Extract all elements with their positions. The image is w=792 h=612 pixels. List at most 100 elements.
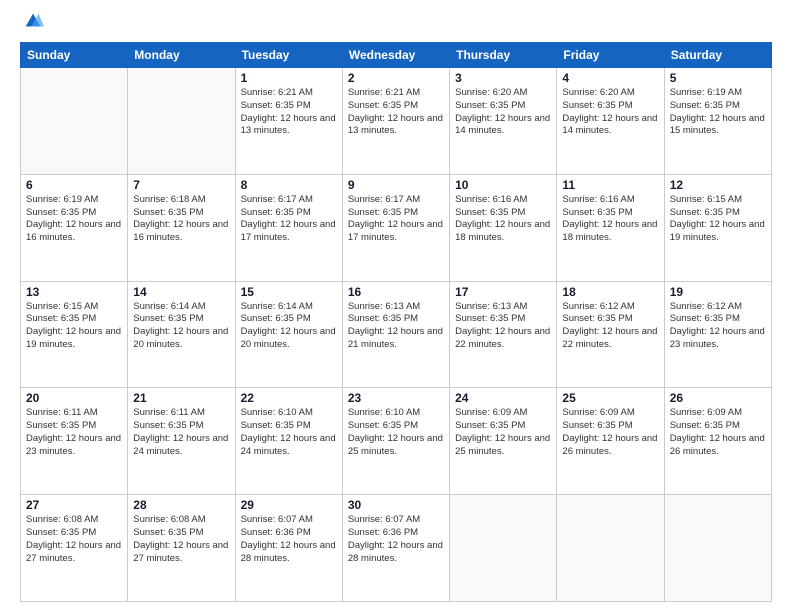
calendar-week-row: 13 Sunrise: 6:15 AMSunset: 6:35 PMDayligh… bbox=[21, 281, 772, 388]
calendar-week-row: 27Sunrise: 6:08 AMSunset: 6:35 PMDayligh… bbox=[21, 495, 772, 602]
day-info: Sunrise: 6:09 AMSunset: 6:35 PMDaylight:… bbox=[670, 407, 766, 458]
day-info: Sunrise: 6:15 AMSunset: 6:35 PMDaylight:… bbox=[670, 194, 766, 245]
calendar-cell: 27Sunrise: 6:08 AMSunset: 6:35 PMDayligh… bbox=[21, 495, 128, 602]
page: SundayMondayTuesdayWednesdayThursdayFrid… bbox=[0, 0, 792, 612]
day-number: 21 bbox=[133, 391, 229, 405]
day-number: 15 bbox=[241, 285, 337, 299]
calendar-cell: 9 Sunrise: 6:17 AMSunset: 6:35 PMDaylight… bbox=[342, 174, 449, 281]
day-number: 25 bbox=[562, 391, 658, 405]
day-number: 5 bbox=[670, 71, 766, 85]
calendar-cell: 2Sunrise: 6:21 AMSunset: 6:35 PMDaylight… bbox=[342, 68, 449, 175]
day-number: 30 bbox=[348, 498, 444, 512]
day-number: 10 bbox=[455, 178, 551, 192]
calendar-week-row: 1 Sunrise: 6:21 AMSunset: 6:35 PMDaylight… bbox=[21, 68, 772, 175]
day-info: Sunrise: 6:08 AMSunset: 6:35 PMDaylight:… bbox=[26, 514, 122, 565]
day-info: Sunrise: 6:13 AMSunset: 6:35 PMDaylight:… bbox=[348, 301, 444, 352]
day-info: Sunrise: 6:16 AMSunset: 6:35 PMDaylight:… bbox=[455, 194, 551, 245]
calendar-cell: 21 Sunrise: 6:11 AMSunset: 6:35 PMDayligh… bbox=[128, 388, 235, 495]
calendar-table: SundayMondayTuesdayWednesdayThursdayFrid… bbox=[20, 42, 772, 602]
day-info: Sunrise: 6:14 AMSunset: 6:35 PMDaylight:… bbox=[133, 301, 229, 352]
day-info: Sunrise: 6:14 AMSunset: 6:35 PMDaylight:… bbox=[241, 301, 337, 352]
calendar-week-row: 20 Sunrise: 6:11 AMSunset: 6:35 PMDayligh… bbox=[21, 388, 772, 495]
day-info: Sunrise: 6:21 AMSunset: 6:35 PMDaylight:… bbox=[348, 87, 444, 138]
calendar-cell bbox=[557, 495, 664, 602]
day-number: 7 bbox=[133, 178, 229, 192]
logo bbox=[20, 18, 44, 32]
calendar-cell bbox=[21, 68, 128, 175]
calendar-cell: 26 Sunrise: 6:09 AMSunset: 6:35 PMDayligh… bbox=[664, 388, 771, 495]
day-info: Sunrise: 6:16 AMSunset: 6:35 PMDaylight:… bbox=[562, 194, 658, 245]
day-number: 13 bbox=[26, 285, 122, 299]
calendar-cell: 3 Sunrise: 6:20 AMSunset: 6:35 PMDaylight… bbox=[450, 68, 557, 175]
day-info: Sunrise: 6:15 AMSunset: 6:35 PMDaylight:… bbox=[26, 301, 122, 352]
weekday-header-tuesday: Tuesday bbox=[235, 43, 342, 68]
weekday-header-monday: Monday bbox=[128, 43, 235, 68]
weekday-header-sunday: Sunday bbox=[21, 43, 128, 68]
calendar-cell: 30 Sunrise: 6:07 AMSunset: 6:36 PMDayligh… bbox=[342, 495, 449, 602]
calendar-cell: 6 Sunrise: 6:19 AMSunset: 6:35 PMDaylight… bbox=[21, 174, 128, 281]
calendar-cell: 11 Sunrise: 6:16 AMSunset: 6:35 PMDayligh… bbox=[557, 174, 664, 281]
day-info: Sunrise: 6:09 AMSunset: 6:35 PMDaylight:… bbox=[562, 407, 658, 458]
calendar-cell bbox=[664, 495, 771, 602]
day-number: 8 bbox=[241, 178, 337, 192]
day-number: 4 bbox=[562, 71, 658, 85]
day-number: 28 bbox=[133, 498, 229, 512]
day-number: 20 bbox=[26, 391, 122, 405]
day-info: Sunrise: 6:19 AMSunset: 6:35 PMDaylight:… bbox=[670, 87, 766, 138]
day-number: 1 bbox=[241, 71, 337, 85]
day-number: 17 bbox=[455, 285, 551, 299]
calendar-cell bbox=[450, 495, 557, 602]
day-info: Sunrise: 6:20 AMSunset: 6:35 PMDaylight:… bbox=[562, 87, 658, 138]
day-info: Sunrise: 6:18 AMSunset: 6:35 PMDaylight:… bbox=[133, 194, 229, 245]
calendar-cell: 5 Sunrise: 6:19 AMSunset: 6:35 PMDaylight… bbox=[664, 68, 771, 175]
calendar-cell: 4 Sunrise: 6:20 AMSunset: 6:35 PMDaylight… bbox=[557, 68, 664, 175]
day-info: Sunrise: 6:12 AMSunset: 6:35 PMDaylight:… bbox=[562, 301, 658, 352]
day-info: Sunrise: 6:07 AMSunset: 6:36 PMDaylight:… bbox=[241, 514, 337, 565]
calendar-cell: 20Sunrise: 6:11 AMSunset: 6:35 PMDayligh… bbox=[21, 388, 128, 495]
day-number: 19 bbox=[670, 285, 766, 299]
calendar-cell: 12 Sunrise: 6:15 AMSunset: 6:35 PMDayligh… bbox=[664, 174, 771, 281]
calendar-cell: 15 Sunrise: 6:14 AMSunset: 6:35 PMDayligh… bbox=[235, 281, 342, 388]
calendar-cell: 17Sunrise: 6:13 AMSunset: 6:35 PMDayligh… bbox=[450, 281, 557, 388]
day-info: Sunrise: 6:19 AMSunset: 6:35 PMDaylight:… bbox=[26, 194, 122, 245]
header bbox=[20, 18, 772, 32]
day-number: 18 bbox=[562, 285, 658, 299]
calendar-cell: 14 Sunrise: 6:14 AMSunset: 6:35 PMDayligh… bbox=[128, 281, 235, 388]
day-info: Sunrise: 6:08 AMSunset: 6:35 PMDaylight:… bbox=[133, 514, 229, 565]
day-number: 29 bbox=[241, 498, 337, 512]
day-number: 6 bbox=[26, 178, 122, 192]
day-number: 12 bbox=[670, 178, 766, 192]
day-info: Sunrise: 6:17 AMSunset: 6:35 PMDaylight:… bbox=[241, 194, 337, 245]
calendar-cell bbox=[128, 68, 235, 175]
weekday-header-saturday: Saturday bbox=[664, 43, 771, 68]
day-info: Sunrise: 6:07 AMSunset: 6:36 PMDaylight:… bbox=[348, 514, 444, 565]
calendar-cell: 25 Sunrise: 6:09 AMSunset: 6:35 PMDayligh… bbox=[557, 388, 664, 495]
day-info: Sunrise: 6:17 AMSunset: 6:35 PMDaylight:… bbox=[348, 194, 444, 245]
day-number: 22 bbox=[241, 391, 337, 405]
calendar-cell: 28 Sunrise: 6:08 AMSunset: 6:35 PMDayligh… bbox=[128, 495, 235, 602]
day-number: 26 bbox=[670, 391, 766, 405]
calendar-week-row: 6 Sunrise: 6:19 AMSunset: 6:35 PMDaylight… bbox=[21, 174, 772, 281]
day-info: Sunrise: 6:12 AMSunset: 6:35 PMDaylight:… bbox=[670, 301, 766, 352]
calendar-cell: 18 Sunrise: 6:12 AMSunset: 6:35 PMDayligh… bbox=[557, 281, 664, 388]
calendar-cell: 7 Sunrise: 6:18 AMSunset: 6:35 PMDaylight… bbox=[128, 174, 235, 281]
calendar-cell: 1Sunrise: 6:21 AMSunset: 6:35 PMDaylight… bbox=[235, 68, 342, 175]
day-number: 16 bbox=[348, 285, 444, 299]
calendar-cell: 22 Sunrise: 6:10 AMSunset: 6:35 PMDayligh… bbox=[235, 388, 342, 495]
day-number: 14 bbox=[133, 285, 229, 299]
day-info: Sunrise: 6:09 AMSunset: 6:35 PMDaylight:… bbox=[455, 407, 551, 458]
day-number: 3 bbox=[455, 71, 551, 85]
calendar-cell: 29 Sunrise: 6:07 AMSunset: 6:36 PMDayligh… bbox=[235, 495, 342, 602]
logo-icon bbox=[22, 10, 44, 32]
calendar-cell: 16 Sunrise: 6:13 AMSunset: 6:35 PMDayligh… bbox=[342, 281, 449, 388]
day-info: Sunrise: 6:10 AMSunset: 6:35 PMDaylight:… bbox=[348, 407, 444, 458]
calendar-cell: 8 Sunrise: 6:17 AMSunset: 6:35 PMDaylight… bbox=[235, 174, 342, 281]
day-info: Sunrise: 6:10 AMSunset: 6:35 PMDaylight:… bbox=[241, 407, 337, 458]
day-number: 9 bbox=[348, 178, 444, 192]
calendar-cell: 24Sunrise: 6:09 AMSunset: 6:35 PMDayligh… bbox=[450, 388, 557, 495]
day-number: 23 bbox=[348, 391, 444, 405]
calendar-cell: 13 Sunrise: 6:15 AMSunset: 6:35 PMDayligh… bbox=[21, 281, 128, 388]
day-info: Sunrise: 6:11 AMSunset: 6:35 PMDaylight:… bbox=[133, 407, 229, 458]
day-number: 11 bbox=[562, 178, 658, 192]
day-info: Sunrise: 6:20 AMSunset: 6:35 PMDaylight:… bbox=[455, 87, 551, 138]
